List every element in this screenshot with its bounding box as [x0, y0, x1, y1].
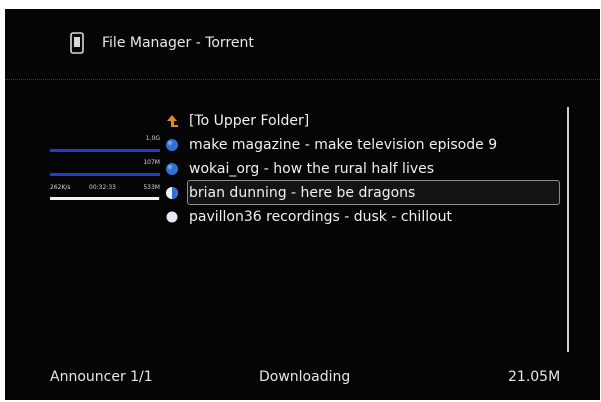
size-label: 1.0G: [145, 135, 160, 142]
partial-download-icon: [166, 187, 178, 199]
list-item-label: make magazine - make television episode …: [189, 137, 498, 153]
queued-icon: [166, 211, 178, 223]
upper-folder-arrow-icon: [167, 115, 178, 127]
page-title: File Manager - Torrent: [102, 35, 254, 51]
list-item-label: wokai_org - how the rural half lives: [189, 161, 435, 177]
torrent-file-icon: [70, 32, 84, 54]
eta-label: 00:32:33: [89, 184, 116, 191]
progress-bar: [50, 149, 160, 152]
download-status-icon: [166, 139, 178, 151]
size-label: 533M: [143, 184, 160, 191]
progress-bar: [50, 173, 160, 176]
speed-label: 262K/s: [50, 184, 71, 191]
announcer-status: Announcer 1/1: [50, 369, 153, 385]
header-divider: [5, 79, 600, 80]
download-state: Downloading: [259, 369, 351, 385]
list-item-label: [To Upper Folder]: [189, 113, 310, 129]
progress-bar-fill: [50, 197, 159, 200]
progress-bar-track: [50, 197, 160, 200]
list-item-label: brian dunning - here be dragons: [189, 185, 416, 201]
scrollbar[interactable]: [567, 107, 569, 352]
size-label: 107M: [143, 159, 160, 166]
list-item-label: pavillon36 recordings - dusk - chillout: [189, 209, 453, 225]
torrent-file-manager-screen: File Manager - Torrent [To Upper Folder]…: [5, 9, 600, 400]
download-status-icon: [166, 163, 178, 175]
total-size: 21.05M: [508, 369, 561, 385]
